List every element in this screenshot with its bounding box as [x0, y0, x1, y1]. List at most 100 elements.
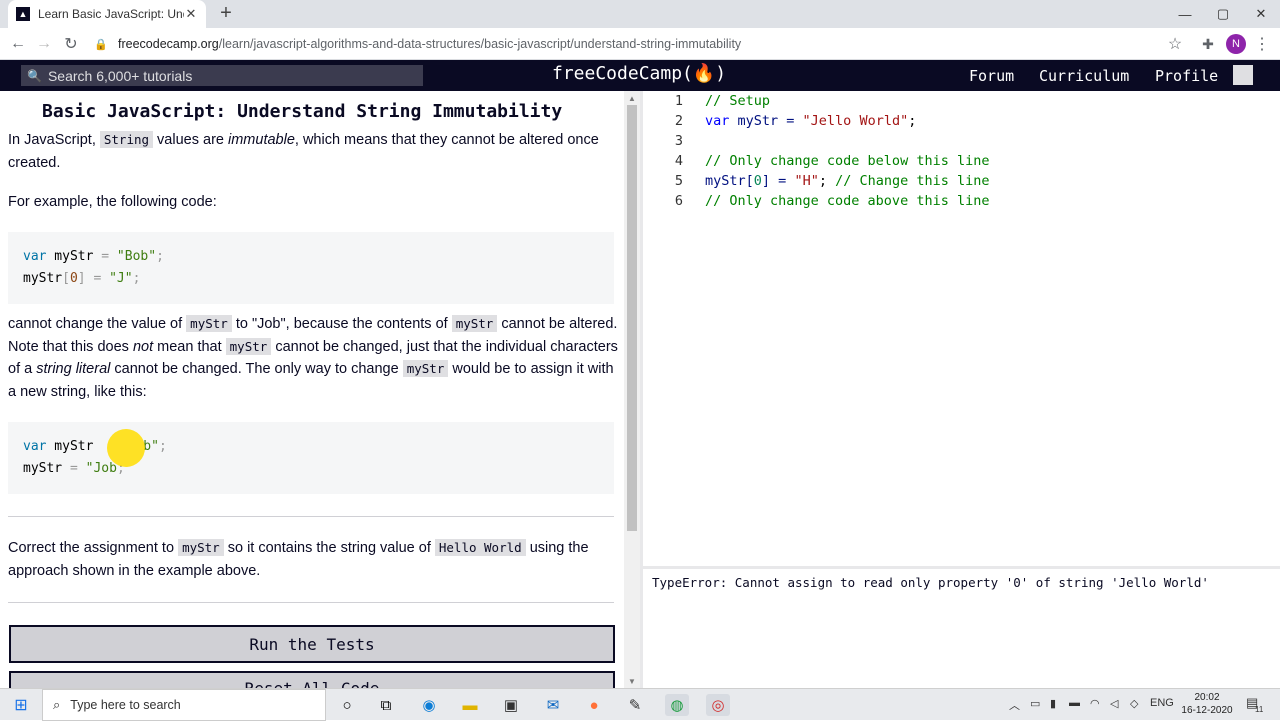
text: cannot be changed. The only way to chang… [110, 361, 403, 378]
output-console: TypeError: Cannot assign to read only pr… [643, 566, 1280, 688]
line-number: 5 [674, 173, 683, 189]
code-punct: ; [156, 249, 164, 264]
inline-code: myStr [178, 539, 224, 556]
code-keyword: var [23, 249, 47, 264]
nav-forum-link[interactable]: Forum [969, 67, 1014, 85]
user-avatar-icon[interactable] [1233, 65, 1253, 85]
code-punct: ; [158, 439, 167, 454]
code-line: var myStr = "Bob"; [23, 246, 599, 268]
fcc-logo[interactable]: freeCodeCamp(🔥) [552, 63, 726, 84]
editor-line[interactable]: 5 myStr[0] = "H"; // Change this line [643, 171, 1280, 191]
code-editor[interactable]: 1 // Setup 2 var myStr = "Jello World"; … [643, 91, 1280, 565]
tray-battery-icon[interactable]: ▬ [1069, 697, 1080, 709]
lesson-title: Basic JavaScript: Understand String Immu… [42, 101, 563, 122]
bookmark-star-icon[interactable]: ☆ [1163, 32, 1187, 56]
scroll-up-icon[interactable]: ▲ [624, 91, 640, 105]
code-number: 0 [753, 173, 762, 189]
tray-mic-icon[interactable]: ▮ [1050, 697, 1056, 710]
inline-code: myStr [186, 315, 232, 332]
text: to "Job", because the contents of [231, 316, 452, 332]
new-tab-button[interactable]: + [217, 3, 235, 24]
editor-line[interactable]: 4 // Only change code below this line [643, 151, 1280, 171]
search-icon: 🔍 [27, 68, 42, 83]
lesson-paragraph-2: For example, the following code: [8, 194, 217, 210]
chrome-icon[interactable]: ◍ [665, 694, 689, 716]
task-view-icon[interactable]: ⧉ [374, 694, 398, 716]
line-number: 4 [674, 153, 683, 169]
mouse-cursor-highlight [107, 429, 145, 467]
minimize-button[interactable]: — [1166, 0, 1204, 28]
code-example-1: var myStr = "Bob"; myStr[0] = "J"; [8, 232, 614, 304]
forward-arrow-icon[interactable]: → [32, 32, 56, 56]
line-content[interactable]: myStr[0] = "H"; // Change this line [705, 171, 990, 191]
line-number: 2 [674, 113, 683, 129]
language-indicator[interactable]: ENG [1150, 697, 1174, 709]
browser-menu-icon[interactable]: ⋮ [1250, 32, 1274, 56]
reset-code-button[interactable]: Reset All Code [9, 671, 615, 688]
code-identifier: myStr [46, 249, 102, 264]
text: so it contains the string value of [223, 540, 435, 556]
firefox-icon[interactable]: ● [582, 694, 606, 716]
editor-line[interactable]: 6 // Only change code above this line [643, 191, 1280, 211]
editor-line[interactable]: 2 var myStr = "Jello World"; [643, 111, 1280, 131]
tray-wifi-icon[interactable]: ◠ [1090, 697, 1100, 710]
text: values are [153, 132, 228, 148]
code-punct: ; [908, 113, 917, 129]
code-string: "H" [794, 173, 819, 189]
emphasis: not [132, 338, 154, 355]
clock-time: 20:02 [1194, 692, 1220, 703]
windows-start-icon[interactable]: ⊞ [0, 689, 42, 721]
run-tests-button[interactable]: Run the Tests [9, 625, 615, 663]
scroll-thumb[interactable] [627, 105, 637, 531]
edge-browser-icon[interactable]: ◉ [417, 694, 441, 716]
extensions-puzzle-icon[interactable]: ✚ [1196, 32, 1220, 56]
screen-recorder-icon[interactable]: ◎ [706, 694, 730, 716]
close-window-button[interactable]: ✕ [1242, 0, 1280, 28]
inline-code: myStr [451, 315, 498, 332]
nav-profile-link[interactable]: Profile [1155, 67, 1218, 85]
line-content[interactable]: // Only change code below this line [705, 151, 989, 171]
text: mean that [153, 338, 226, 355]
lesson-paragraph-1: In JavaScript, String values are immutab… [8, 129, 618, 174]
file-explorer-icon[interactable]: ▬ [458, 694, 482, 716]
tray-volume-icon[interactable]: ◁ [1110, 697, 1118, 710]
console-error-message: TypeError: Cannot assign to read only pr… [652, 575, 1209, 590]
address-bar-row: ← → ↻ 🔒 freecodecamp.org /learn/javascri… [0, 28, 1280, 60]
lesson-scrollbar[interactable]: ▲ ▼ [624, 91, 640, 688]
editor-line[interactable]: 3 [643, 131, 1280, 151]
notepad-icon[interactable]: ✎ [623, 694, 647, 716]
system-clock[interactable]: 20:02 16-12-2020 [1180, 691, 1234, 717]
search-input[interactable]: 🔍 Search 6,000+ tutorials [21, 65, 423, 86]
scroll-down-icon[interactable]: ▼ [624, 674, 640, 688]
editor-line[interactable]: 1 // Setup [643, 91, 1280, 111]
cortana-icon[interactable]: ○ [335, 694, 359, 716]
nav-curriculum-link[interactable]: Curriculum [1039, 67, 1129, 85]
maximize-button[interactable]: ▢ [1204, 0, 1242, 28]
emphasis: string literal [36, 361, 111, 378]
code-operator: = [101, 249, 110, 264]
emphasis: immutable [228, 132, 295, 148]
tray-network-icon[interactable]: ▭ [1030, 697, 1040, 710]
divider [8, 516, 614, 517]
close-tab-icon[interactable]: ✕ [184, 6, 198, 22]
line-content[interactable]: // Only change code above this line [705, 191, 989, 211]
browser-tab[interactable]: ▲ Learn Basic JavaScript: Understan ✕ [8, 0, 206, 28]
code-keyword: var [23, 439, 47, 454]
inline-code: Hello World [434, 539, 526, 556]
url-field[interactable]: 🔒 freecodecamp.org /learn/javascript-alg… [94, 32, 1194, 56]
code-identifier: myStr[ [705, 173, 754, 189]
tray-chevron-icon[interactable]: ︿ [1009, 697, 1020, 713]
store-icon[interactable]: ▣ [499, 694, 523, 716]
text: cannot change the value of [8, 316, 187, 332]
browser-profile-avatar[interactable]: N [1226, 34, 1246, 54]
code-keyword: var [705, 113, 730, 129]
text: In JavaScript, [8, 132, 100, 148]
tray-dropbox-icon[interactable]: ◇ [1130, 697, 1138, 710]
mail-icon[interactable]: ✉ [541, 694, 565, 716]
line-content[interactable]: // Setup [705, 91, 770, 111]
back-arrow-icon[interactable]: ← [6, 32, 30, 56]
taskbar-search-input[interactable]: ⌕ Type here to search [42, 689, 326, 721]
fcc-favicon-icon: ▲ [16, 7, 30, 21]
reload-icon[interactable]: ↻ [59, 32, 83, 56]
line-content[interactable]: var myStr = "Jello World"; [705, 111, 916, 131]
